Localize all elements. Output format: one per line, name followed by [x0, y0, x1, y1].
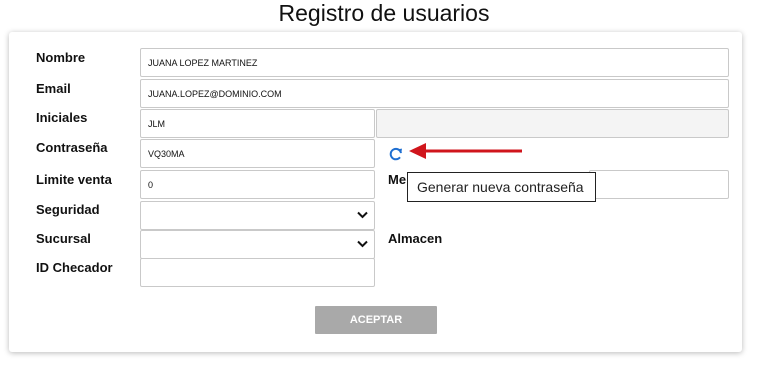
annotation-arrow-icon	[409, 143, 522, 159]
seguridad-select[interactable]	[140, 201, 375, 230]
email-input[interactable]	[140, 79, 729, 108]
refresh-icon[interactable]	[388, 146, 404, 162]
contrasena-label: Contraseña	[36, 140, 108, 155]
registration-form-card: Nombre Email Iniciales Contraseña Limite…	[9, 32, 742, 352]
sucursal-label: Sucursal	[36, 231, 91, 246]
id-checador-label: ID Checador	[36, 260, 113, 275]
iniciales-input[interactable]	[140, 109, 375, 138]
limite-venta-input[interactable]	[140, 170, 375, 199]
nombre-label: Nombre	[36, 50, 86, 65]
generate-password-tooltip: Generar nueva contraseña	[407, 172, 596, 202]
sucursal-select[interactable]	[140, 230, 375, 259]
nombre-input[interactable]	[140, 48, 729, 77]
iniciales-extra-field	[376, 109, 729, 138]
chevron-down-icon	[357, 211, 368, 219]
email-label: Email	[36, 81, 71, 96]
meta-input[interactable]	[589, 170, 729, 199]
aceptar-button[interactable]: ACEPTAR	[315, 306, 437, 334]
chevron-down-icon	[357, 240, 368, 248]
iniciales-label: Iniciales	[36, 110, 88, 125]
id-checador-input[interactable]	[140, 258, 375, 287]
almacen-label: Almacen	[388, 231, 443, 246]
contrasena-input[interactable]	[140, 139, 375, 168]
meta-label: Me	[388, 172, 407, 187]
page-title: Registro de usuarios	[278, 0, 490, 26]
seguridad-label: Seguridad	[36, 202, 100, 217]
limite-venta-label: Limite venta	[36, 172, 112, 187]
